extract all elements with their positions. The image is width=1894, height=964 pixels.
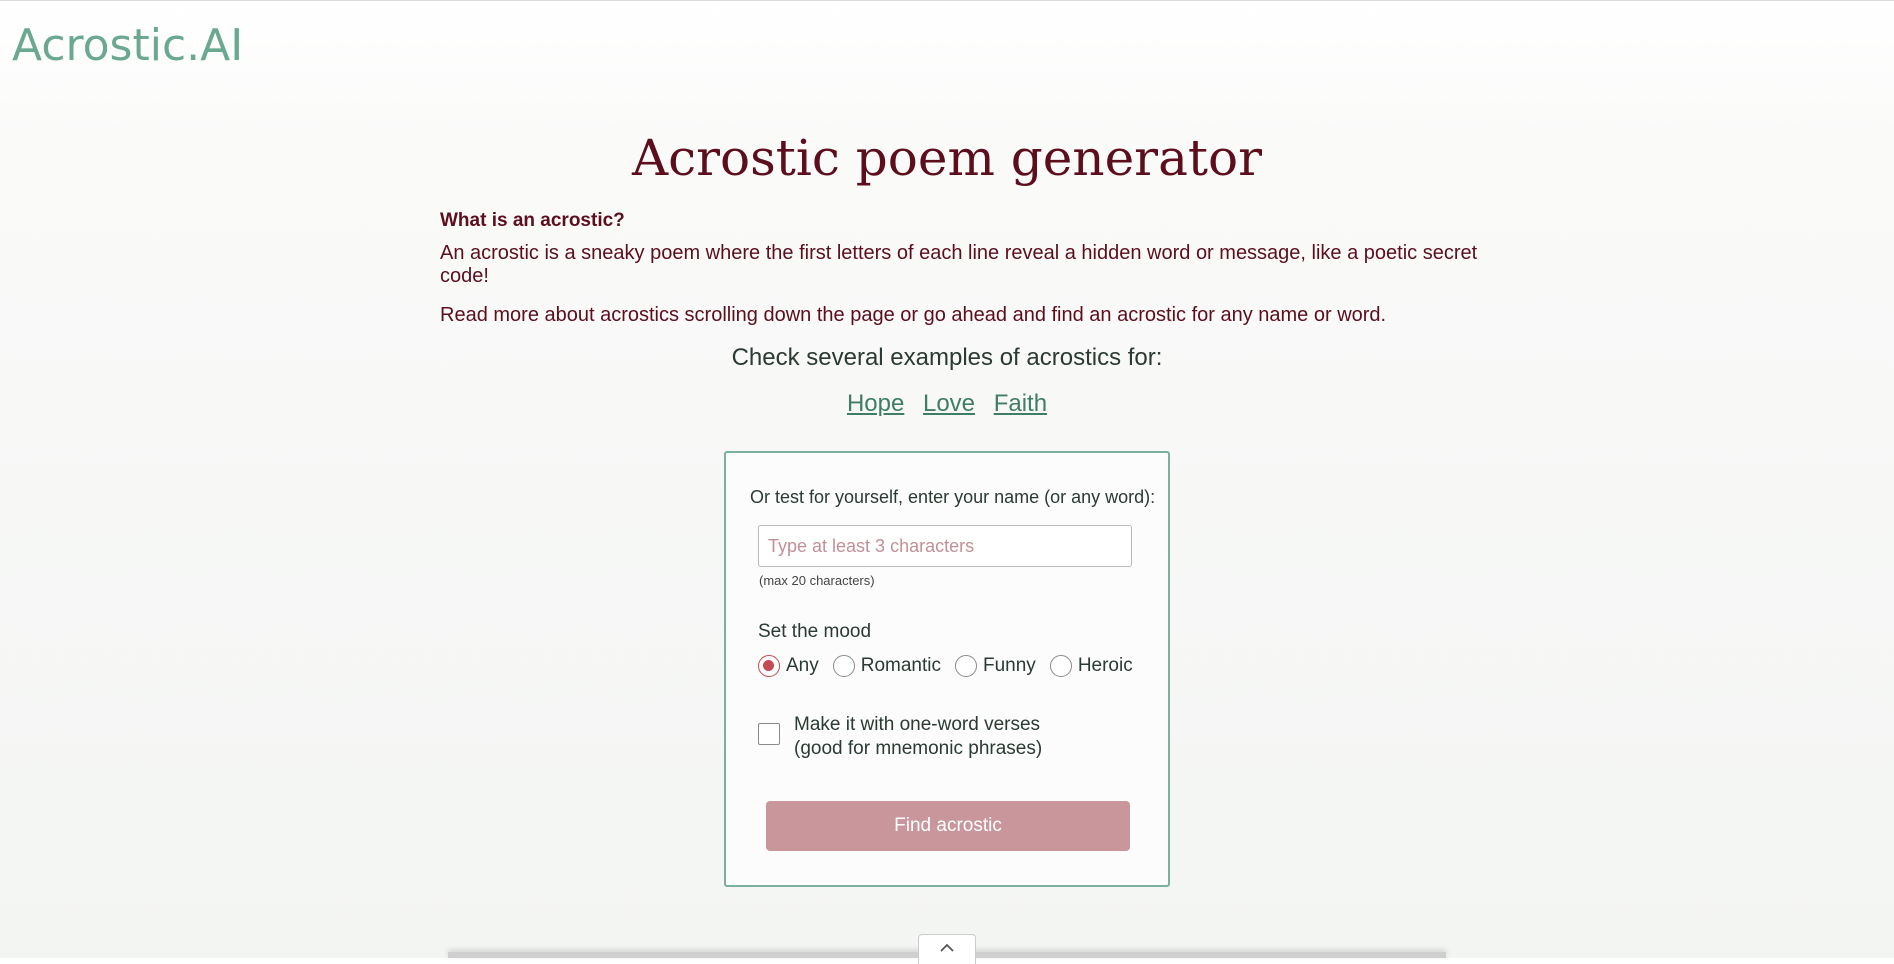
mood-radio-heroic[interactable]: Heroic [1049, 655, 1133, 677]
mood-radio-any-label: Any [786, 655, 819, 676]
intro-description: An acrostic is a sneaky poem where the f… [440, 242, 1478, 287]
page-title: Acrostic poem generator [632, 129, 1262, 187]
word-input[interactable] [758, 525, 1132, 567]
radio-icon [1049, 655, 1072, 677]
mood-radio-group: Any Romantic Funny Heroic [758, 655, 1133, 677]
examples-label: Check several examples of acrostics for: [731, 344, 1163, 371]
find-acrostic-button[interactable]: Find acrostic [766, 801, 1130, 851]
acrostic-form: Or test for yourself, enter your name (o… [724, 451, 1170, 887]
one-word-verses-checkbox[interactable]: Make it with one-word verses (good for m… [758, 713, 1042, 761]
mood-radio-funny-label: Funny [983, 655, 1036, 676]
checkbox-label-line2: (good for mnemonic phrases) [794, 738, 1043, 759]
mood-radio-romantic[interactable]: Romantic [832, 655, 941, 677]
example-link-hope[interactable]: Hope [847, 390, 904, 417]
one-word-verses-label: Make it with one-word verses (good for m… [794, 713, 1042, 761]
mood-radio-any[interactable]: Any [758, 655, 819, 677]
radio-selected-icon [758, 655, 780, 677]
mood-radio-funny[interactable]: Funny [955, 655, 1036, 677]
example-link-love[interactable]: Love [923, 390, 975, 417]
max-characters-note: (max 20 characters) [759, 573, 875, 588]
mood-radio-romantic-label: Romantic [860, 655, 941, 676]
top-border [0, 0, 1894, 1]
intro-section: What is an acrostic? An acrostic is a sn… [440, 210, 1520, 343]
chevron-up-icon [940, 943, 954, 952]
intro-question: What is an acrostic? [440, 210, 625, 231]
mood-radio-heroic-label: Heroic [1077, 655, 1133, 676]
example-link-faith[interactable]: Faith [994, 390, 1047, 417]
form-lead: Or test for yourself, enter your name (o… [750, 487, 1156, 507]
radio-icon [832, 655, 855, 677]
intro-read-more: Read more about acrostics scrolling down… [440, 304, 1387, 326]
site-logo[interactable]: Acrostic.AI [12, 18, 243, 74]
mood-label: Set the mood [758, 621, 872, 642]
checkbox-icon [758, 723, 780, 745]
radio-icon [955, 655, 977, 677]
checkbox-label-line1: Make it with one-word verses [794, 714, 1041, 735]
example-links: Hope Love Faith [0, 390, 1894, 418]
scroll-up-button[interactable] [918, 934, 976, 964]
